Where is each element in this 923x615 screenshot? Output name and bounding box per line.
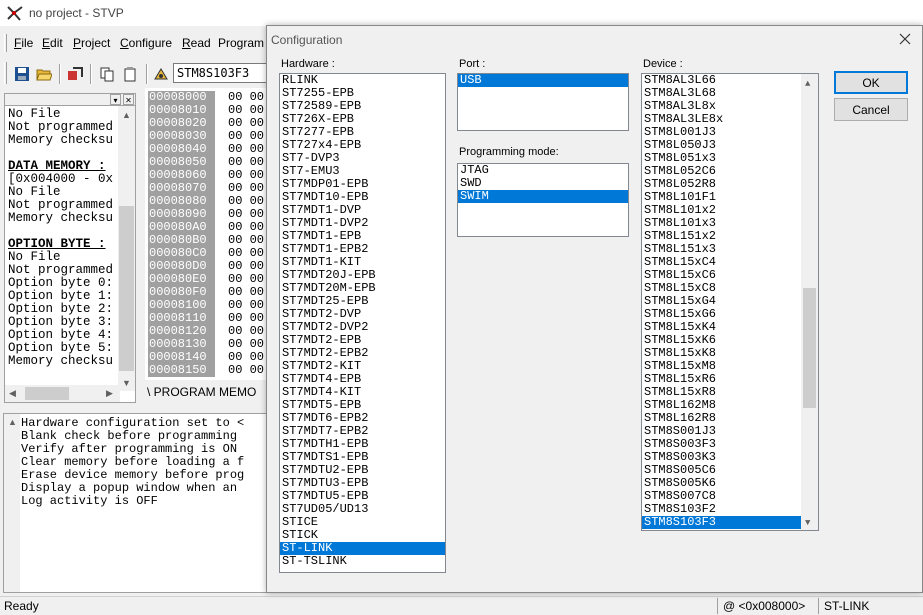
connect-icon (154, 68, 168, 80)
port-list-item[interactable]: USB (458, 74, 628, 87)
toolbar-grip (4, 62, 7, 84)
folder-open-icon (36, 69, 52, 81)
scroll-down-icon[interactable]: ▼ (122, 378, 131, 388)
toolbar-separator (59, 64, 61, 84)
mode-list-item[interactable]: SWIM (458, 190, 628, 203)
log-line: Log activity is OFF (21, 494, 158, 508)
menu-program[interactable]: Program (218, 36, 264, 50)
ok-button[interactable]: OK (834, 71, 908, 94)
scrollbar-thumb[interactable] (25, 387, 69, 400)
log-panel: ▲ Hardware configuration set to < Blank c… (3, 413, 268, 593)
close-icon[interactable] (898, 32, 912, 46)
device-listbox[interactable]: STM8AL3L66 STM8AL3L68 STM8AL3L8x STM8AL3LE8… (641, 73, 819, 531)
scrollbar-thumb[interactable] (803, 288, 816, 408)
programming-mode-label: Programming mode: (459, 146, 559, 158)
main-title-bar: no project - STVP (0, 0, 923, 26)
paste-button[interactable] (120, 64, 140, 84)
memory-data-row[interactable]: 00 00 (228, 364, 264, 377)
save-icon (15, 67, 29, 81)
device-scrollbar[interactable]: ▲ ▼ (801, 74, 818, 530)
info-text: No File Not programmed Memory checksu DATA … (8, 108, 122, 368)
info-line: Memory checksu (8, 133, 114, 147)
info-vertical-scrollbar[interactable]: ▲ ▼ (118, 106, 135, 391)
menu-file[interactable]: File (14, 36, 33, 50)
menu-grip (4, 34, 7, 52)
scroll-left-icon[interactable]: ◀ (9, 388, 16, 399)
status-address: @ <0x008000> (723, 599, 806, 613)
memory-address-column: 00008000 00008010 00008020 00008030 00008040… (148, 91, 215, 377)
copy-button[interactable] (97, 64, 117, 84)
copy-icon (100, 67, 114, 82)
connect-button[interactable] (151, 64, 171, 84)
toolbar-separator (146, 64, 148, 84)
window-title: no project - STVP (29, 6, 124, 20)
dialog-title: Configuration (271, 33, 343, 47)
open-button[interactable] (34, 64, 54, 84)
menu-edit[interactable]: Edit (42, 36, 63, 50)
status-hardware: ST-LINK (824, 599, 870, 613)
info-panel: ▾ ✕ No File Not programmed Memory checksu D… (4, 93, 136, 403)
programming-mode-listbox[interactable]: JTAG SWD SWIM (457, 163, 629, 237)
scroll-up-icon[interactable]: ▲ (122, 110, 131, 120)
paste-icon (124, 67, 136, 82)
memory-address: 00008150 (149, 363, 207, 377)
status-divider (717, 598, 718, 614)
port-listbox[interactable]: USB (457, 73, 629, 131)
configuration-dialog: Configuration Hardware : RLINK ST7255-EPB… (266, 25, 923, 593)
status-divider (818, 598, 819, 614)
status-text: Ready (4, 599, 39, 613)
scrollbar-thumb[interactable] (119, 206, 134, 371)
hardware-list-item[interactable]: ST-TSLINK (280, 555, 445, 568)
project-button[interactable] (65, 64, 85, 84)
program-memory-tab[interactable]: \ PROGRAM MEMO (147, 385, 256, 399)
scroll-up-icon[interactable]: ▲ (805, 78, 810, 91)
log-scrollbar[interactable]: ▲ (4, 414, 20, 592)
memory-data-column: 00 00 00 00 00 00 00 00 00 00 00 00 00 00 00 00… (228, 91, 264, 377)
info-horizontal-scrollbar[interactable]: ◀ ▶ (5, 385, 120, 402)
device-selector[interactable]: STM8S103F3 (173, 63, 273, 83)
stvp-app-icon (7, 6, 23, 21)
info-line: Memory checksu (8, 211, 114, 225)
info-panel-header: ▾ ✕ (5, 94, 135, 106)
hardware-listbox[interactable]: RLINK ST7255-EPB ST72589-EPB ST726X-EPB ST72… (279, 73, 446, 573)
status-bar: Ready @ <0x008000> ST-LINK (0, 596, 923, 615)
scroll-right-icon[interactable]: ▶ (106, 388, 113, 399)
toolbar-separator (90, 64, 92, 84)
close-icon[interactable]: ✕ (123, 94, 134, 105)
menu-configure[interactable]: Configure (120, 36, 172, 50)
log-text: Hardware configuration set to < Blank che… (21, 417, 244, 508)
device-label: Device : (643, 58, 683, 70)
scroll-up-icon[interactable]: ▲ (8, 417, 17, 427)
menu-project[interactable]: Project (73, 36, 110, 50)
scroll-down-icon[interactable]: ▼ (805, 517, 810, 530)
project-icon (68, 67, 83, 80)
port-label: Port : (459, 58, 486, 70)
memory-panel: 00008000 00008010 00008020 00008030 00008040… (145, 88, 270, 380)
mode-list-item[interactable]: JTAG (458, 164, 628, 177)
menu-read[interactable]: Read (182, 36, 211, 50)
save-button[interactable] (12, 64, 32, 84)
device-list-item[interactable]: STM8S103F3 (642, 516, 818, 529)
cancel-button[interactable]: Cancel (834, 98, 908, 121)
dropdown-icon[interactable]: ▾ (110, 94, 121, 105)
info-line: Memory checksu (8, 354, 114, 368)
hardware-label: Hardware : (281, 58, 335, 70)
